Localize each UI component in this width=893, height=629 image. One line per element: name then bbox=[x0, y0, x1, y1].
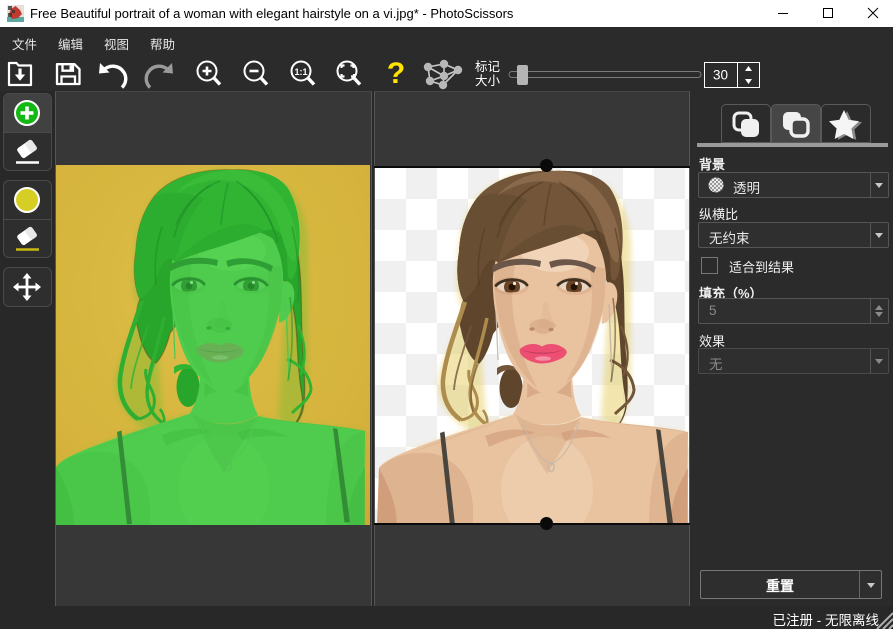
svg-text:1:1: 1:1 bbox=[294, 67, 307, 77]
svg-text:大小: 大小 bbox=[475, 74, 501, 88]
svg-text:标记: 标记 bbox=[475, 60, 501, 74]
svg-text:30: 30 bbox=[713, 68, 728, 83]
svg-text:?: ? bbox=[387, 57, 405, 90]
